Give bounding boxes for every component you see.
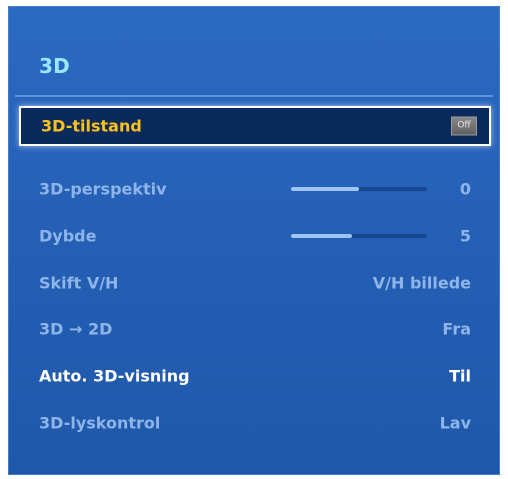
menu-item-value: V/H billede xyxy=(372,273,471,293)
menu-item-value: Fra xyxy=(442,319,471,339)
title-divider xyxy=(15,95,493,97)
perspective-slider[interactable] xyxy=(291,187,427,191)
depth-slider[interactable] xyxy=(291,234,427,238)
menu-item-depth[interactable]: Dybde 5 xyxy=(19,216,491,256)
menu-item-3d-perspective[interactable]: 3D-perspektiv 0 xyxy=(19,169,491,209)
menu-item-label: 3D → 2D xyxy=(39,319,113,339)
depth-slider-fill xyxy=(291,234,353,238)
menu-item-3d-to-2d[interactable]: 3D → 2D Fra xyxy=(19,309,491,349)
menu-item-value: 5 xyxy=(459,226,471,246)
menu-item-label: Dybde xyxy=(39,226,97,246)
off-toggle-badge[interactable]: Off xyxy=(451,116,477,136)
3d-settings-menu: 3D 3D-tilstand Off 3D-perspektiv 0 Dybde… xyxy=(8,6,500,475)
menu-item-auto-3d-view[interactable]: Auto. 3D-visning Til xyxy=(19,356,491,396)
menu-title: 3D xyxy=(39,54,70,78)
menu-item-3d-mode[interactable]: 3D-tilstand Off xyxy=(19,106,491,146)
menu-item-value: 0 xyxy=(459,179,471,199)
perspective-slider-fill xyxy=(291,187,359,191)
menu-item-label: Skift V/H xyxy=(39,273,119,293)
menu-item-switch-lr[interactable]: Skift V/H V/H billede xyxy=(19,263,491,303)
menu-item-label: Auto. 3D-visning xyxy=(39,366,190,386)
menu-item-value: Lav xyxy=(439,413,471,433)
menu-item-value: Til xyxy=(449,366,471,386)
menu-item-3d-light-control[interactable]: 3D-lyskontrol Lav xyxy=(19,403,491,443)
menu-item-label: 3D-tilstand xyxy=(41,116,142,136)
menu-item-label: 3D-lyskontrol xyxy=(39,413,161,433)
menu-item-label: 3D-perspektiv xyxy=(39,179,167,199)
